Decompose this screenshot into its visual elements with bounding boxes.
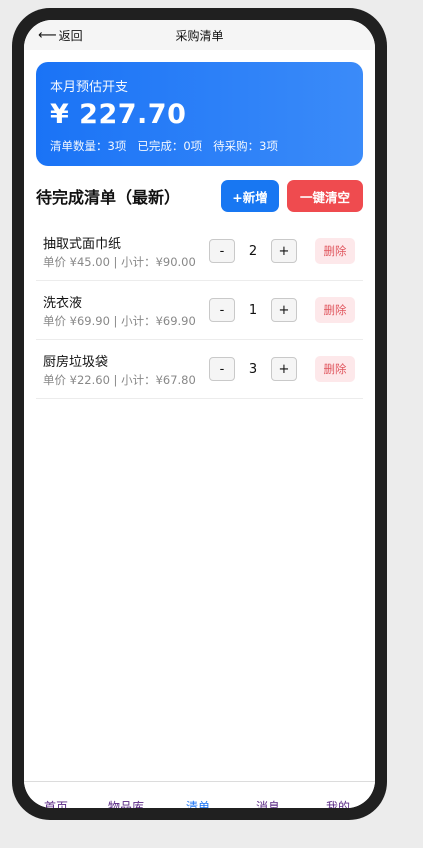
section-title: 待完成清单（最新） — [36, 188, 181, 207]
stat-completed: 已完成：0项 — [137, 139, 203, 153]
shopping-list: 抽取式面巾纸 单价 ¥45.00 | 小计：¥90.00 - 2 + 删除 洗衣… — [36, 222, 363, 399]
quantity-value: 2 — [248, 243, 258, 259]
back-button[interactable]: ⟵ 返回 — [38, 20, 83, 50]
page-title: 采购清单 — [175, 28, 224, 43]
add-item-button[interactable]: +新增 — [221, 180, 279, 212]
increase-button[interactable]: + — [271, 357, 297, 381]
list-item: 抽取式面巾纸 单价 ¥45.00 | 小计：¥90.00 - 2 + 删除 — [36, 222, 363, 281]
quantity-stepper: - 3 + — [209, 357, 297, 381]
section-header: 待完成清单（最新） +新增 一键清空 — [36, 180, 363, 212]
item-name: 洗衣液 — [43, 295, 83, 311]
stat-list-count: 清单数量：3项 — [50, 139, 127, 153]
item-name: 厨房垃圾袋 — [43, 354, 109, 370]
item-info: 洗衣液 单价 ¥69.90 | 小计：¥69.90 — [43, 292, 209, 329]
top-bar: ⟵ 返回 采购清单 — [24, 20, 375, 50]
item-info: 厨房垃圾袋 单价 ¥22.60 | 小计：¥67.80 — [43, 351, 209, 388]
item-name: 抽取式面巾纸 — [43, 236, 122, 252]
item-price-detail: 单价 ¥22.60 | 小计：¥67.80 — [43, 372, 196, 387]
budget-summary-card: 本月预估开支 ¥ 227.70 清单数量：3项 已完成：0项 待采购：3项 — [36, 62, 363, 166]
item-price-detail: 单价 ¥45.00 | 小计：¥90.00 — [43, 254, 196, 269]
stat-pending: 待采购：3项 — [213, 139, 278, 153]
increase-button[interactable]: + — [271, 239, 297, 263]
tab-home[interactable]: 首页 — [44, 798, 68, 808]
list-item: 厨房垃圾袋 单价 ¥22.60 | 小计：¥67.80 - 3 + 删除 — [36, 340, 363, 399]
delete-button[interactable]: 删除 — [315, 297, 355, 323]
quantity-value: 3 — [248, 361, 258, 377]
phone-frame: ⟵ 返回 采购清单 本月预估开支 ¥ 227.70 清单数量：3项 已完成：0项… — [12, 8, 387, 820]
delete-button[interactable]: 删除 — [315, 238, 355, 264]
bottom-tab-bar: 首页 物品库 清单 消息 我的 — [24, 781, 375, 808]
tab-messages[interactable]: 消息 — [256, 798, 280, 808]
tab-item-library[interactable]: 物品库 — [108, 798, 144, 808]
quantity-stepper: - 1 + — [209, 298, 297, 322]
quantity-value: 1 — [248, 302, 258, 318]
tab-profile[interactable]: 我的 — [326, 798, 350, 808]
delete-button[interactable]: 删除 — [315, 356, 355, 382]
clear-all-button[interactable]: 一键清空 — [287, 180, 363, 212]
budget-label: 本月预估开支 — [50, 80, 129, 95]
item-price-detail: 单价 ¥69.90 | 小计：¥69.90 — [43, 313, 196, 328]
quantity-stepper: - 2 + — [209, 239, 297, 263]
tab-list[interactable]: 清单 — [186, 798, 210, 808]
app-screen: ⟵ 返回 采购清单 本月预估开支 ¥ 227.70 清单数量：3项 已完成：0项… — [24, 20, 375, 808]
item-info: 抽取式面巾纸 单价 ¥45.00 | 小计：¥90.00 — [43, 233, 209, 270]
budget-amount: ¥ 227.70 — [50, 99, 187, 130]
decrease-button[interactable]: - — [209, 298, 235, 322]
decrease-button[interactable]: - — [209, 357, 235, 381]
back-label: 返回 — [58, 28, 83, 43]
decrease-button[interactable]: - — [209, 239, 235, 263]
increase-button[interactable]: + — [271, 298, 297, 322]
summary-stats: 清单数量：3项 已完成：0项 待采购：3项 — [50, 138, 349, 154]
arrow-left-icon: ⟵ — [38, 27, 57, 43]
list-item: 洗衣液 单价 ¥69.90 | 小计：¥69.90 - 1 + 删除 — [36, 281, 363, 340]
